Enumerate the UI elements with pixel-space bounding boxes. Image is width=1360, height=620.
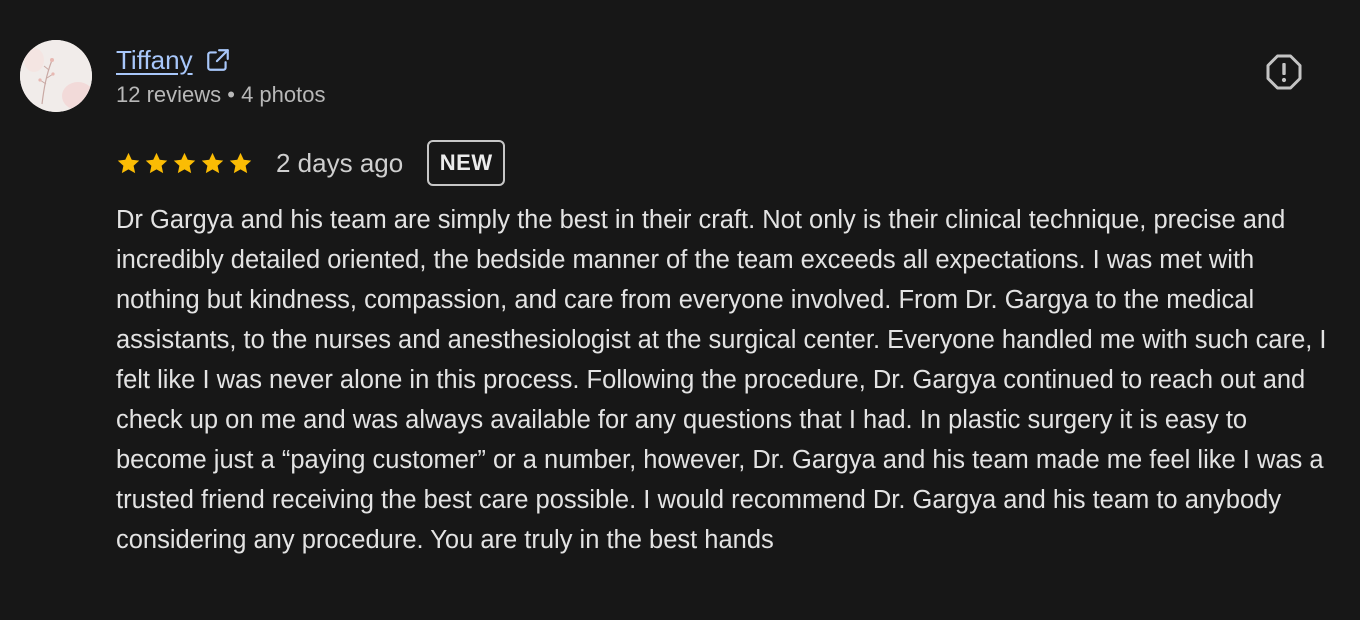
star-icon (229, 152, 252, 173)
review-date: 2 days ago (276, 147, 404, 178)
review-text: Dr Gargya and his team are simply the be… (116, 206, 1327, 554)
star-icon (173, 152, 196, 173)
new-badge: NEW (427, 140, 506, 186)
avatar[interactable] (20, 40, 92, 112)
avatar-image (20, 40, 92, 112)
author-stats: 12 reviews • 4 photos (116, 82, 326, 107)
report-icon[interactable] (1265, 53, 1303, 91)
star-rating (116, 151, 253, 176)
review-card: Tiffany 12 reviews • 4 photos 2 days ago… (0, 0, 1360, 620)
external-link-icon[interactable] (205, 47, 231, 73)
star-icon (117, 152, 140, 173)
star-icon (201, 152, 224, 173)
author-name-link[interactable]: Tiffany (116, 45, 193, 76)
author-row: Tiffany (116, 42, 231, 78)
rating-row: 2 days ago NEW (116, 138, 506, 188)
star-icon (145, 152, 168, 173)
